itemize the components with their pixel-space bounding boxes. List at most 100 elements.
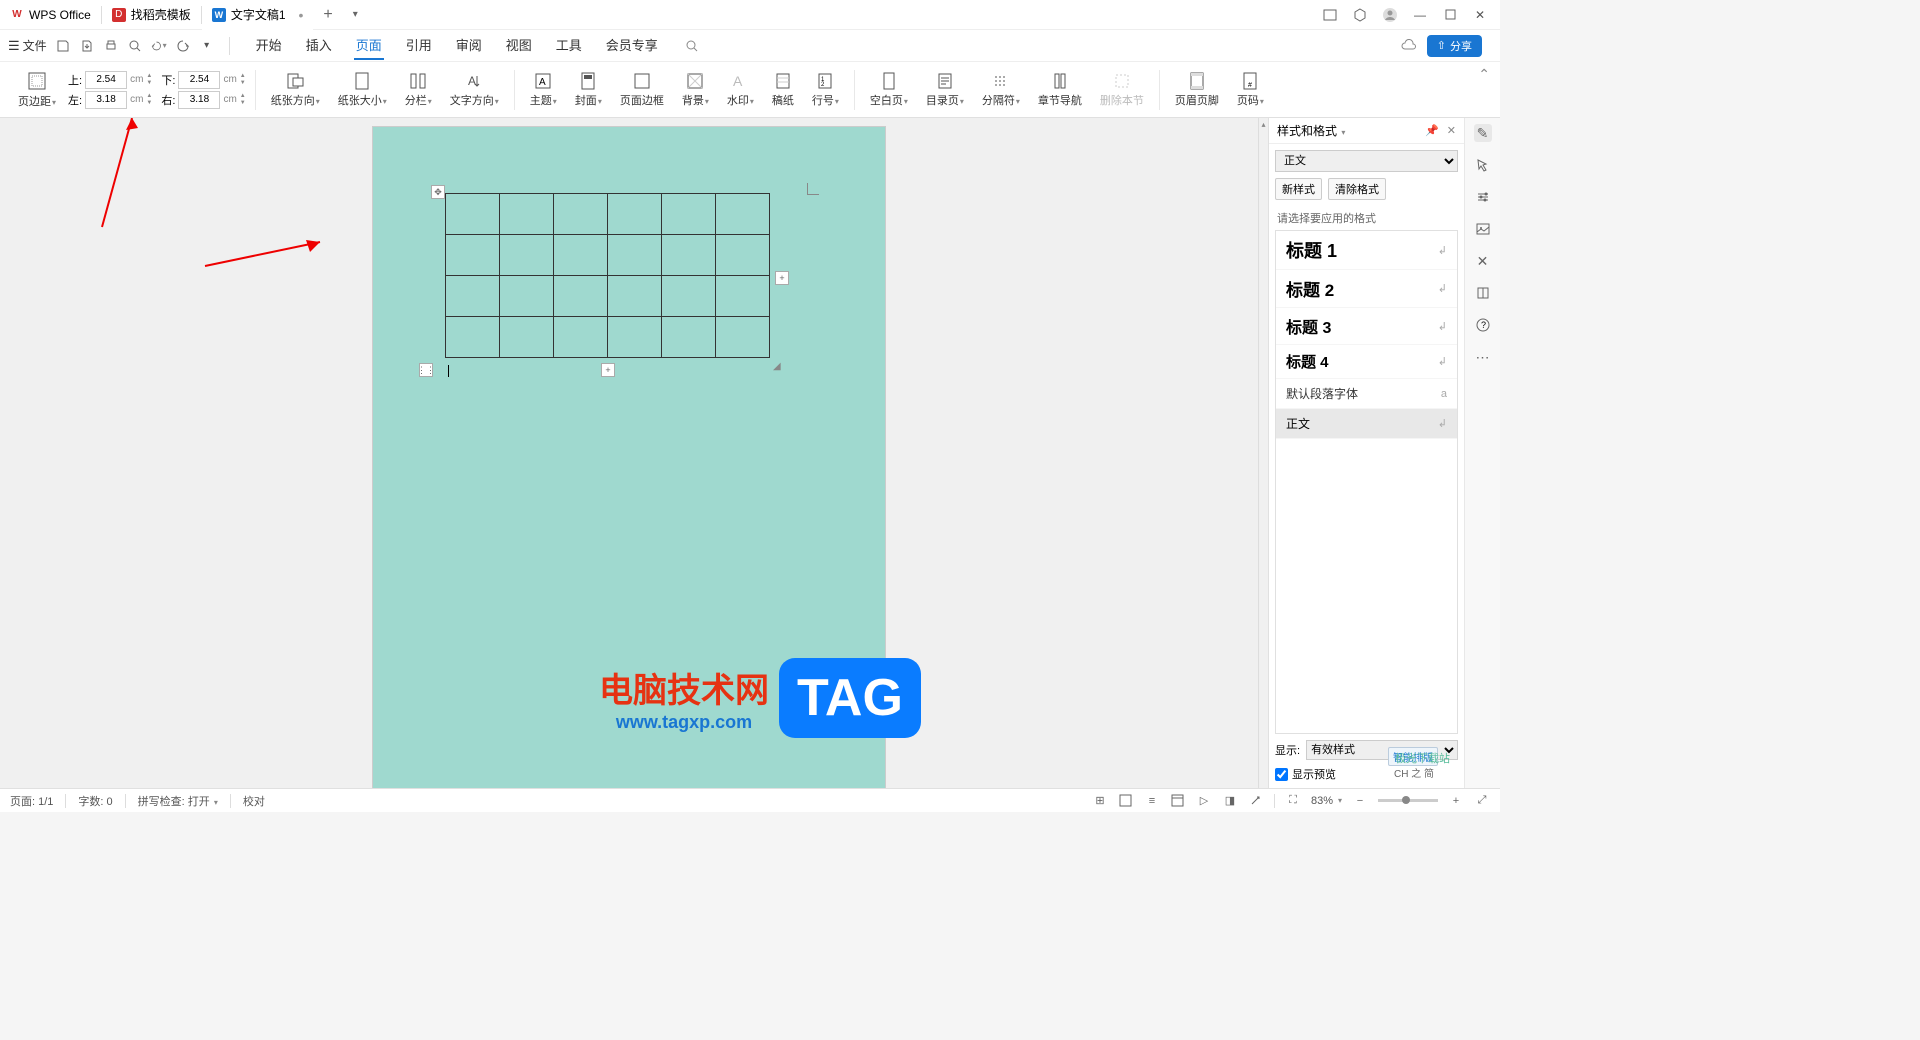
menu-member[interactable]: 会员专享 xyxy=(604,31,660,60)
status-proof[interactable]: 校对 xyxy=(243,793,265,809)
theme-button[interactable]: A主题▾ xyxy=(524,70,563,110)
status-page[interactable]: 页面: 1/1 xyxy=(10,793,53,809)
clear-format-button[interactable]: 清除格式 xyxy=(1328,178,1386,200)
help-icon[interactable]: ? xyxy=(1474,316,1492,334)
print-icon[interactable] xyxy=(103,38,119,54)
tab-wps-home[interactable]: W WPS Office xyxy=(0,0,101,30)
cube-icon[interactable] xyxy=(1352,7,1368,23)
cover-button[interactable]: 封面▾ xyxy=(569,70,608,110)
spinner[interactable]: ▲▼ xyxy=(146,93,152,107)
spinner[interactable]: ▲▼ xyxy=(240,93,246,107)
fullscreen-icon[interactable]: ⤢ xyxy=(1474,793,1490,809)
style-heading-2[interactable]: 标题 2↲ xyxy=(1276,270,1457,308)
watermark-button[interactable]: A水印▾ xyxy=(721,70,760,110)
margin-right-input[interactable] xyxy=(178,91,220,109)
document-table[interactable] xyxy=(445,193,770,358)
collapse-ribbon-icon[interactable]: ⌃ xyxy=(1478,66,1490,83)
pin-icon[interactable]: 📌 xyxy=(1425,124,1439,137)
save-icon[interactable] xyxy=(55,38,71,54)
menu-start[interactable]: 开始 xyxy=(254,31,284,60)
margin-bottom-input[interactable] xyxy=(178,71,220,89)
undo-icon[interactable]: ▾ xyxy=(151,38,167,54)
tools-icon[interactable]: ✕ xyxy=(1474,252,1492,270)
share-button[interactable]: ⇧分享 xyxy=(1427,35,1482,57)
style-heading-1[interactable]: 标题 1↲ xyxy=(1276,231,1457,270)
status-spell[interactable]: 拼写检查: 打开 ▾ xyxy=(138,793,218,809)
margin-left-input[interactable] xyxy=(85,91,127,109)
paper-size-button[interactable]: 纸张大小▾ xyxy=(332,70,393,110)
spinner[interactable]: ▲▼ xyxy=(146,73,152,87)
zoom-value[interactable]: 83% xyxy=(1311,795,1333,807)
view-list-icon[interactable]: ≡ xyxy=(1144,793,1160,809)
pencil-icon[interactable]: ✎ xyxy=(1474,124,1492,142)
current-style-select[interactable]: 正文 xyxy=(1275,150,1458,172)
minimize-button[interactable]: — xyxy=(1412,7,1428,23)
background-button[interactable]: 背景▾ xyxy=(676,70,715,110)
view-tool-icon[interactable] xyxy=(1248,793,1264,809)
status-words[interactable]: 字数: 0 xyxy=(78,793,112,809)
menu-tools[interactable]: 工具 xyxy=(554,31,584,60)
table-add-row-handle[interactable]: + xyxy=(601,363,615,377)
grid-icon[interactable]: ⊞ xyxy=(1092,793,1108,809)
orientation-button[interactable]: 纸张方向▾ xyxy=(265,70,326,110)
close-button[interactable]: ✕ xyxy=(1472,7,1488,23)
view-read-icon[interactable]: ▷ xyxy=(1196,793,1212,809)
zoom-slider[interactable] xyxy=(1378,799,1438,802)
menu-insert[interactable]: 插入 xyxy=(304,31,334,60)
search-icon[interactable] xyxy=(684,38,700,54)
zoom-in-button[interactable]: + xyxy=(1448,793,1464,809)
style-heading-3[interactable]: 标题 3↲ xyxy=(1276,308,1457,345)
margin-top-input[interactable] xyxy=(85,71,127,89)
new-tab-button[interactable]: + xyxy=(313,6,342,24)
line-number-button[interactable]: 12行号▾ xyxy=(806,70,845,110)
book-icon[interactable] xyxy=(1474,284,1492,302)
export-icon[interactable] xyxy=(79,38,95,54)
vertical-scrollbar[interactable]: ▴ xyxy=(1258,118,1268,788)
table-resize-handle[interactable]: ◢ xyxy=(773,361,785,373)
close-panel-icon[interactable]: ✕ xyxy=(1447,124,1456,137)
chapter-nav-button[interactable]: 章节导航 xyxy=(1032,70,1088,110)
page-margin-button[interactable]: 页边距▾ xyxy=(12,69,62,111)
file-menu[interactable]: ☰文件 xyxy=(8,37,47,54)
view-web-icon[interactable] xyxy=(1170,793,1186,809)
print-preview-icon[interactable] xyxy=(127,38,143,54)
menu-view[interactable]: 视图 xyxy=(504,31,534,60)
fit-page-icon[interactable]: ⛶ xyxy=(1285,793,1301,809)
more-icon[interactable]: ⋯ xyxy=(1474,348,1492,366)
separator-button[interactable]: 分隔符▾ xyxy=(976,70,1026,110)
maximize-button[interactable] xyxy=(1442,7,1458,23)
menu-ref[interactable]: 引用 xyxy=(404,31,434,60)
gallery-icon[interactable] xyxy=(1474,220,1492,238)
blank-page-button[interactable]: 空白页▾ xyxy=(864,70,914,110)
spinner[interactable]: ▲▼ xyxy=(240,73,246,87)
table-options-handle[interactable]: ⋮⋮ xyxy=(419,363,433,377)
tab-list-dropdown[interactable]: ▾ xyxy=(343,9,368,20)
text-direction-button[interactable]: A文字方向▾ xyxy=(444,70,505,110)
view-outline-icon[interactable]: ◨ xyxy=(1222,793,1238,809)
cloud-icon[interactable] xyxy=(1401,38,1417,54)
new-style-button[interactable]: 新样式 xyxy=(1275,178,1322,200)
reading-mode-icon[interactable] xyxy=(1322,7,1338,23)
style-normal[interactable]: 正文↲ xyxy=(1276,409,1457,439)
style-heading-4[interactable]: 标题 4↲ xyxy=(1276,345,1457,379)
page-number-button[interactable]: #页码▾ xyxy=(1231,70,1270,110)
document-canvas[interactable]: ✥ ⋮⋮ + + ◢ 电脑技术网 www.tagxp.com xyxy=(0,118,1258,788)
table-add-col-handle[interactable]: + xyxy=(775,271,789,285)
zoom-out-button[interactable]: − xyxy=(1352,793,1368,809)
smart-layout-button[interactable]: 智能排版 xyxy=(1388,747,1438,766)
paper-art-button[interactable]: 稿纸 xyxy=(766,70,800,110)
menu-page[interactable]: 页面 xyxy=(354,31,384,60)
page-border-button[interactable]: 页面边框 xyxy=(614,70,670,110)
cursor-icon[interactable] xyxy=(1474,156,1492,174)
view-print-icon[interactable] xyxy=(1118,793,1134,809)
qat-dropdown-icon[interactable]: ▾ xyxy=(199,38,215,54)
header-footer-button[interactable]: 页眉页脚 xyxy=(1169,70,1225,110)
style-list[interactable]: 标题 1↲ 标题 2↲ 标题 3↲ 标题 4↲ 默认段落字体а 正文↲ xyxy=(1275,230,1458,734)
columns-button[interactable]: 分栏▾ xyxy=(399,70,438,110)
tab-document[interactable]: W 文字文稿1 • xyxy=(202,0,314,30)
tab-template[interactable]: D 找稻壳模板 xyxy=(102,0,201,30)
table-move-handle[interactable]: ✥ xyxy=(431,185,445,199)
menu-review[interactable]: 审阅 xyxy=(454,31,484,60)
redo-icon[interactable] xyxy=(175,38,191,54)
toc-page-button[interactable]: 目录页▾ xyxy=(920,70,970,110)
